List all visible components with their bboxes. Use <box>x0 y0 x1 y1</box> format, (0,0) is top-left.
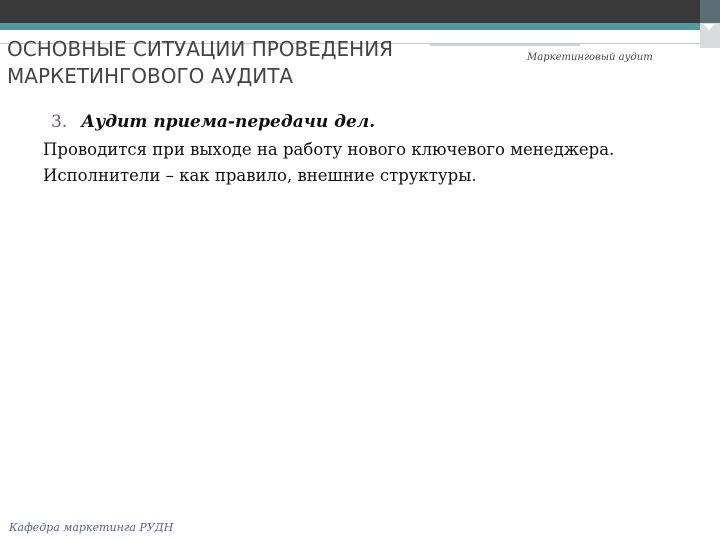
top-decorative-bar <box>0 0 700 23</box>
slide-footer: Кафедра маркетинга РУДН <box>9 521 174 534</box>
header-note: Маркетинговый аудит <box>527 52 653 63</box>
body-text-line: Исполнители – как правило, внешние струк… <box>43 166 477 185</box>
body-text-line: Проводится при выходе на работу нового к… <box>43 140 615 159</box>
header-divider-highlight <box>430 44 580 46</box>
triangle-notch-icon <box>703 24 715 30</box>
right-decorative-strip-top <box>700 0 720 23</box>
top-accent-stripe <box>0 23 700 30</box>
point-title: Аудит приема-передачи дел. <box>81 112 376 132</box>
numbered-point: 3. Аудит приема-передачи дел. <box>51 112 701 132</box>
point-number: 3. <box>51 112 68 132</box>
slide-title: ОСНОВНЫЕ СИТУАЦИИ ПРОВЕДЕНИЯ МАРКЕТИНГОВ… <box>7 37 394 88</box>
